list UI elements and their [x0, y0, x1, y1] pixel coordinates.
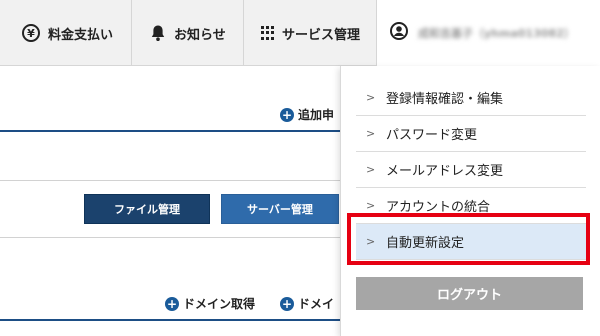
bell-icon	[150, 24, 166, 42]
domain-link-second[interactable]: + ドメイ	[280, 295, 334, 312]
nav-divider	[131, 0, 132, 66]
grid-icon	[260, 26, 274, 40]
menu-item-label: パスワード変更	[386, 128, 478, 143]
section-divider	[0, 130, 345, 132]
server-manage-button[interactable]: サーバー管理	[221, 194, 339, 224]
row-divider	[0, 180, 345, 181]
nav-notice[interactable]: お知らせ	[150, 0, 226, 66]
domain-acquire-link[interactable]: + ドメイン取得	[165, 295, 255, 312]
plus-circle-icon: +	[165, 296, 179, 311]
server-manage-label: サーバー管理	[247, 203, 313, 216]
menu-item-label: メールアドレス変更	[386, 164, 504, 179]
domain-link-second-label: ドメイ	[298, 297, 335, 311]
logout-button[interactable]: ログアウト	[356, 277, 583, 310]
chevron-right-icon: >	[366, 163, 376, 176]
nav-divider	[243, 0, 244, 66]
menu-item-password-change[interactable]: > パスワード変更	[356, 116, 586, 152]
file-manage-button[interactable]: ファイル管理	[84, 194, 210, 224]
top-navigation: ¥ 料金支払い お知らせ サービス管理 成和吉基子（yhma013082）	[0, 0, 600, 66]
nav-payment-label: 料金支払い	[48, 27, 114, 43]
menu-item-label: 自動更新設定	[386, 236, 465, 251]
chevron-right-icon: >	[366, 91, 376, 104]
menu-item-email-change[interactable]: > メールアドレス変更	[356, 152, 586, 188]
logout-label: ログアウト	[436, 288, 502, 303]
chevron-right-icon: >	[366, 127, 376, 140]
chevron-right-icon: >	[366, 235, 376, 248]
nav-payment[interactable]: ¥ 料金支払い	[22, 0, 113, 66]
menu-item-account-merge[interactable]: > アカウントの統合	[356, 188, 586, 224]
plus-circle-icon: +	[280, 296, 294, 311]
user-icon	[390, 22, 408, 44]
yen-icon: ¥	[22, 24, 40, 42]
add-application-label: 追加申	[298, 108, 335, 122]
menu-item-label: アカウントの統合	[386, 200, 491, 215]
nav-services[interactable]: サービス管理	[260, 0, 360, 66]
section-divider	[0, 319, 345, 321]
domain-acquire-label: ドメイン取得	[183, 297, 256, 311]
nav-services-label: サービス管理	[282, 27, 361, 43]
menu-item-label: 登録情報確認・編集	[386, 92, 504, 107]
row-divider	[0, 237, 345, 238]
plus-circle-icon: +	[280, 107, 294, 122]
menu-item-profile-edit[interactable]: > 登録情報確認・編集	[356, 80, 586, 116]
add-application-link[interactable]: + 追加申	[280, 106, 334, 123]
file-manage-label: ファイル管理	[114, 203, 180, 216]
chevron-right-icon: >	[366, 199, 376, 212]
menu-item-auto-renew[interactable]: > 自動更新設定	[356, 224, 586, 260]
user-menu-toggle[interactable]: 成和吉基子（yhma013082）	[377, 0, 600, 66]
user-name: 成和吉基子（yhma013082）	[418, 27, 575, 40]
nav-notice-label: お知らせ	[174, 27, 226, 43]
